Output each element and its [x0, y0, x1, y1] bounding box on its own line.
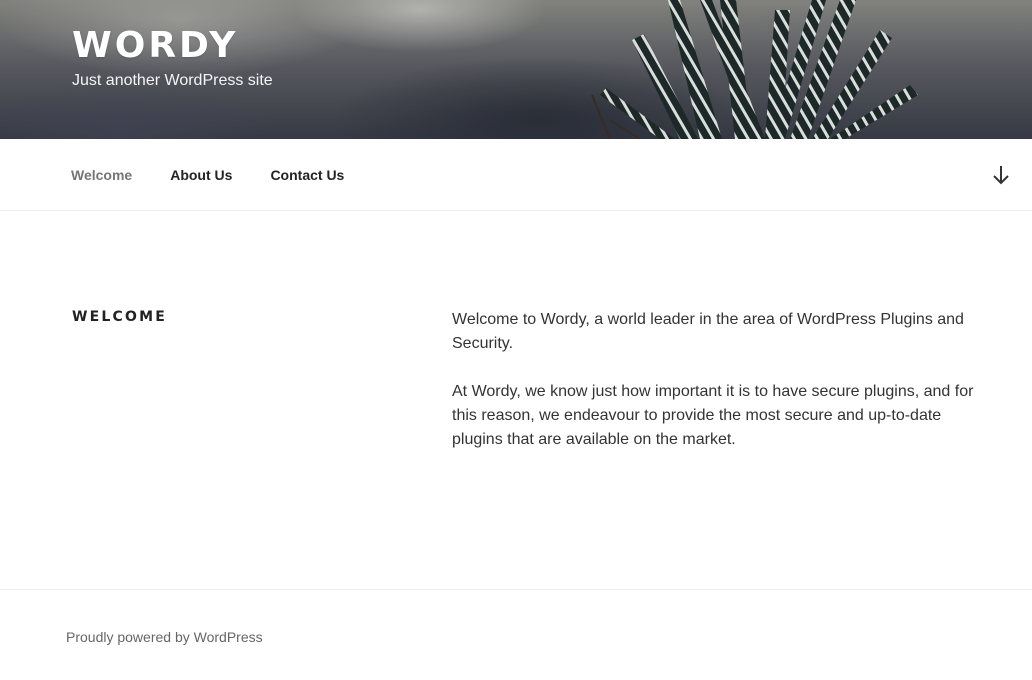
nav-item-welcome[interactable]: Welcome — [52, 167, 151, 183]
main-navigation: Welcome About Us Contact Us — [0, 139, 1032, 211]
arrow-down-icon[interactable] — [990, 163, 1012, 187]
site-footer: Proudly powered by WordPress — [0, 589, 1032, 680]
site-header: WORDY Just another WordPress site — [0, 0, 1032, 139]
main-content: WELCOME Welcome to Wordy, a world leader… — [0, 211, 1032, 589]
powered-by-link[interactable]: Proudly powered by WordPress — [66, 629, 263, 645]
nav-menu: Welcome About Us Contact Us — [52, 139, 363, 210]
page-title: WELCOME — [72, 309, 167, 325]
site-description: Just another WordPress site — [72, 72, 273, 89]
site-title[interactable]: WORDY — [72, 24, 273, 68]
entry-content: Welcome to Wordy, a world leader in the … — [452, 308, 982, 476]
nav-item-about-us[interactable]: About Us — [151, 167, 251, 183]
content-paragraph: Welcome to Wordy, a world leader in the … — [452, 311, 964, 352]
site-branding: WORDY Just another WordPress site — [72, 24, 273, 92]
content-paragraph: At Wordy, we know just how important it … — [452, 383, 974, 448]
nav-item-contact-us[interactable]: Contact Us — [251, 167, 363, 183]
